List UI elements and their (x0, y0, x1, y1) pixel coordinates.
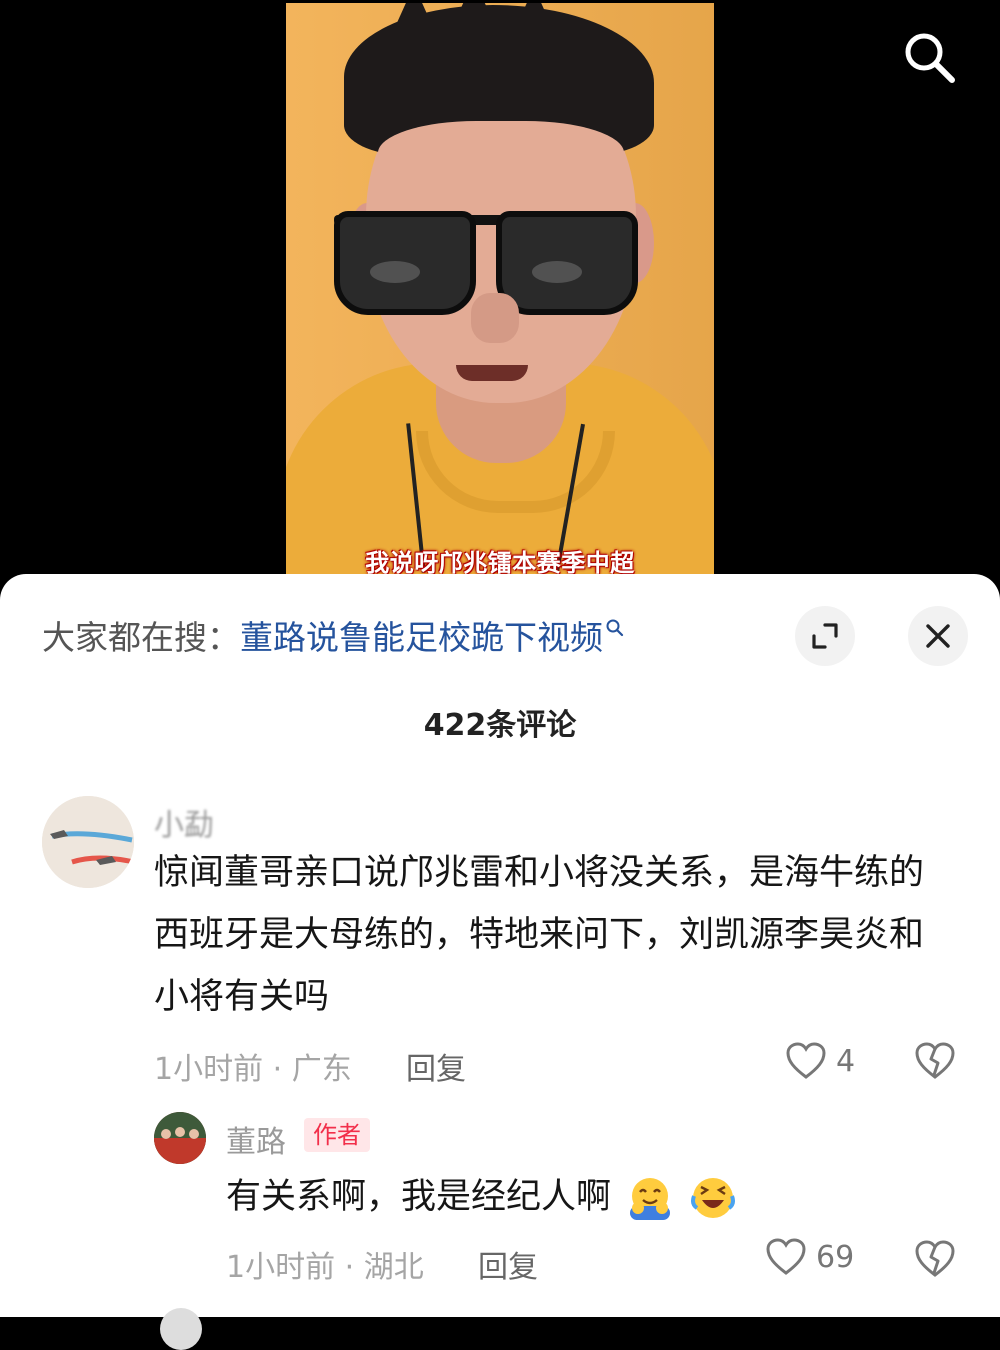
comment-text: 有关系啊，我是经纪人啊 (226, 1166, 737, 1228)
search-icon (606, 619, 624, 637)
trending-search[interactable]: 大家都在搜：董路说鲁能足校跪下视频 (42, 616, 625, 660)
person-nose (471, 293, 519, 343)
video-subtitle: 我说呀邝兆镭本赛季中超 (365, 549, 635, 577)
search-icon (905, 33, 955, 83)
broken-heart-icon (915, 1240, 955, 1277)
comment-username[interactable]: 董路 (226, 1117, 286, 1161)
author-badge: 作者 (304, 1118, 370, 1152)
dislike-button[interactable] (914, 1240, 956, 1282)
reply-button[interactable]: 回复 (406, 1044, 466, 1088)
expand-button[interactable] (795, 606, 855, 666)
comment-meta: 1小时前 · 广东 (154, 1052, 352, 1087)
sunglasses-lens (334, 211, 476, 315)
comments-sheet: 大家都在搜：董路说鲁能足校跪下视频 422条评论 小勐 惊闻董哥亲口说邝兆雷和小… (0, 574, 1000, 1350)
avatar[interactable] (154, 1112, 206, 1164)
comment-count: 422条评论 (423, 708, 577, 743)
trending-search-prefix: 大家都在搜： (42, 618, 240, 657)
hugging-face-emoji-icon (630, 1178, 671, 1220)
avatar[interactable] (42, 796, 134, 888)
comment-text: 惊闻董哥亲口说邝兆雷和小将没关系，是海牛练的西班牙是大母练的，特地来问下，刘凯源… (154, 853, 925, 1017)
expand-icon (812, 623, 838, 649)
sunglasses-lens (496, 211, 638, 315)
person-forehead (378, 121, 624, 201)
hair-spike (516, 3, 552, 27)
comment-meta: 1小时前 · 湖北 (226, 1250, 424, 1285)
reply-button[interactable]: 回复 (478, 1242, 538, 1286)
hair-spike (456, 3, 492, 19)
like-button[interactable]: 4 (786, 1042, 855, 1080)
comment-username[interactable]: 小勐 (154, 800, 214, 844)
jets-avatar-image (42, 796, 134, 888)
like-count: 4 (836, 1043, 856, 1079)
like-count: 69 (816, 1239, 855, 1275)
trending-search-query[interactable]: 董路说鲁能足校跪下视频 (240, 618, 603, 657)
broken-heart-icon (915, 1042, 955, 1079)
heart-icon (766, 1238, 806, 1275)
dislike-button[interactable] (914, 1042, 956, 1084)
heart-icon (786, 1042, 826, 1079)
avatar[interactable] (160, 1308, 202, 1350)
like-button[interactable]: 69 (766, 1238, 854, 1276)
video-player[interactable]: 我说呀邝兆镭本赛季中超 (286, 3, 714, 603)
person-mouth (456, 365, 528, 381)
laughing-face-emoji-icon (691, 1178, 736, 1218)
hair-spike (396, 3, 432, 25)
close-button[interactable] (908, 606, 968, 666)
comment-text-content: 有关系啊，我是经纪人啊 (226, 1177, 612, 1217)
close-icon (926, 624, 950, 648)
team-avatar-image (154, 1112, 206, 1164)
search-button[interactable] (900, 28, 956, 84)
